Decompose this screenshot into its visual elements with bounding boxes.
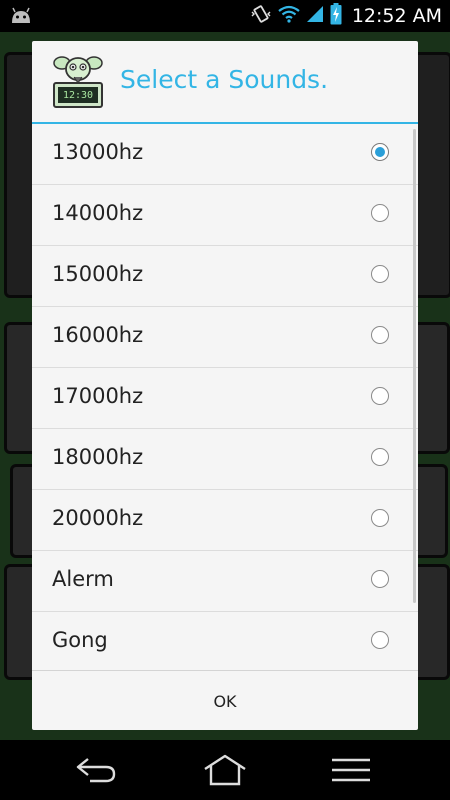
android-icon: [10, 7, 32, 29]
wifi-icon: [278, 5, 300, 27]
sound-option[interactable]: 16000hz: [32, 307, 418, 368]
sound-options-list[interactable]: 13000hz 14000hz 15000hz 16000hz 17000hz …: [32, 124, 418, 670]
app-icon-clock-digits: 12:30: [62, 90, 94, 101]
sound-option-label: Gong: [52, 628, 108, 652]
dialog-footer: OK: [32, 670, 418, 730]
sound-option-label: 18000hz: [52, 445, 144, 469]
sound-option-label: 13000hz: [52, 140, 144, 164]
sound-option[interactable]: 14000hz: [32, 185, 418, 246]
sound-option-label: 20000hz: [52, 506, 144, 530]
sound-option-label: 16000hz: [52, 323, 144, 347]
navigation-bar: [0, 740, 450, 800]
status-bar: 12:52 AM: [0, 0, 450, 32]
radio-button[interactable]: [371, 448, 389, 466]
sound-option[interactable]: Gong: [32, 612, 418, 670]
status-time: 12:52 AM: [351, 5, 442, 27]
radio-button[interactable]: [371, 204, 389, 222]
dialog-title: Select a Sounds.: [120, 65, 329, 94]
menu-icon[interactable]: [321, 750, 381, 790]
radio-button-selected[interactable]: [371, 143, 389, 161]
sound-option[interactable]: 20000hz: [32, 490, 418, 551]
vibrate-icon: [250, 4, 272, 28]
sound-option-label: Alerm: [52, 567, 114, 591]
sound-select-dialog: 12:30 Select a Sounds. 13000hz 14000hz 1…: [32, 41, 418, 730]
ok-button[interactable]: OK: [32, 671, 418, 730]
back-icon[interactable]: [66, 750, 126, 790]
alarm-clock-app-icon: 12:30: [52, 53, 104, 113]
radio-button[interactable]: [371, 631, 389, 649]
sound-option[interactable]: Alerm: [32, 551, 418, 612]
sound-option[interactable]: 17000hz: [32, 368, 418, 429]
sound-option[interactable]: 15000hz: [32, 246, 418, 307]
signal-icon: [306, 5, 324, 27]
radio-button[interactable]: [371, 509, 389, 527]
list-scrollbar[interactable]: [413, 129, 416, 603]
sound-option-label: 15000hz: [52, 262, 144, 286]
battery-charging-icon: [330, 3, 342, 29]
radio-button[interactable]: [371, 265, 389, 283]
sound-option-label: 14000hz: [52, 201, 144, 225]
sound-option[interactable]: 13000hz: [32, 124, 418, 185]
radio-button[interactable]: [371, 387, 389, 405]
home-icon[interactable]: [195, 750, 255, 790]
radio-button[interactable]: [371, 326, 389, 344]
radio-button[interactable]: [371, 570, 389, 588]
sound-option-label: 17000hz: [52, 384, 144, 408]
sound-option[interactable]: 18000hz: [32, 429, 418, 490]
dialog-header: 12:30 Select a Sounds.: [32, 41, 418, 123]
